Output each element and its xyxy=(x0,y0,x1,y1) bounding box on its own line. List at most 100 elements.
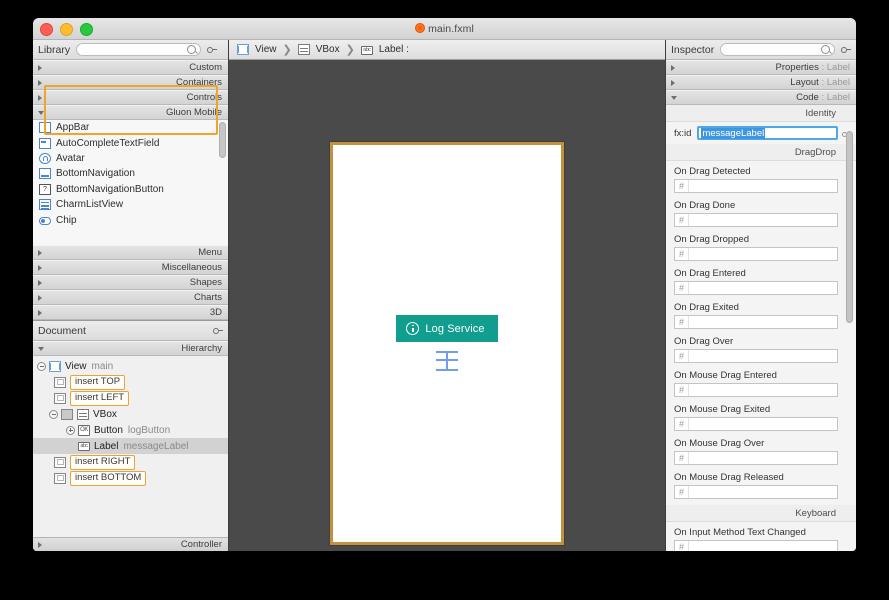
event-field-on-mouse-drag-over: On Mouse Drag Over # xyxy=(666,433,856,467)
library-section-miscellaneous[interactable]: Miscellaneous xyxy=(33,260,228,275)
disclosure-minus-icon[interactable] xyxy=(49,410,58,419)
event-field-on-mouse-drag-exited: On Mouse Drag Exited # xyxy=(666,399,856,433)
event-label: On Drag Exited xyxy=(674,302,838,313)
chevron-right-icon xyxy=(671,65,675,71)
design-canvas[interactable]: Log Service xyxy=(229,60,665,551)
inspector-search-input[interactable] xyxy=(720,43,835,56)
hierarchy-tree[interactable]: View main insert TOP insert LEFT xyxy=(33,356,228,537)
minimize-button[interactable] xyxy=(60,23,73,36)
list-item[interactable]: CharmListView xyxy=(33,197,228,212)
label-placeholder-handles[interactable] xyxy=(436,348,458,372)
event-field-on-drag-over: On Drag Over # xyxy=(666,331,856,365)
inspector-section-layout[interactable]: Layout : Label xyxy=(666,75,856,90)
library-section-label: Menu xyxy=(198,247,222,258)
library-section-custom[interactable]: Custom xyxy=(33,60,228,75)
event-input[interactable]: # xyxy=(674,383,838,397)
tree-row-insert-right[interactable]: insert RIGHT xyxy=(33,454,228,470)
pane-icon xyxy=(54,457,66,468)
tree-row-insert-top[interactable]: insert TOP xyxy=(33,374,228,390)
inspector-content[interactable]: Identity fx:id messageLabel DragDrop On … xyxy=(666,105,856,551)
hash-prefix: # xyxy=(675,384,689,396)
gear-icon[interactable] xyxy=(207,45,217,55)
list-item[interactable]: Avatar xyxy=(33,151,228,166)
event-input[interactable]: # xyxy=(674,213,838,227)
library-section-gluon-mobile[interactable]: Gluon Mobile xyxy=(33,105,228,120)
vbox-container[interactable]: Log Service xyxy=(396,315,497,372)
list-item[interactable]: AppBar xyxy=(33,120,228,135)
disclosure-plus-icon[interactable] xyxy=(66,426,75,435)
close-button[interactable] xyxy=(40,23,53,36)
library-section-shapes[interactable]: Shapes xyxy=(33,275,228,290)
insert-placeholder-tag[interactable]: insert RIGHT xyxy=(70,455,135,470)
tree-row-view[interactable]: View main xyxy=(33,358,228,374)
chevron-right-icon xyxy=(38,80,42,86)
event-input[interactable]: # xyxy=(674,179,838,193)
library-section-menu[interactable]: Menu xyxy=(33,245,228,260)
event-input[interactable]: # xyxy=(674,451,838,465)
list-item-label: BottomNavigationButton xyxy=(56,184,164,195)
breadcrumb-item-view[interactable]: View xyxy=(237,44,277,55)
library-section-controls[interactable]: Controls xyxy=(33,90,228,105)
event-input[interactable]: # xyxy=(674,485,838,499)
library-item-list[interactable]: AppBar AutoCompleteTextField Avatar Bott… xyxy=(33,120,228,245)
library-section-label: Containers xyxy=(176,77,222,88)
window-body: Library Custom Containers Controls xyxy=(33,40,856,551)
list-item[interactable]: Chip xyxy=(33,212,228,227)
event-field-on-drag-done: On Drag Done # xyxy=(666,195,856,229)
list-item[interactable]: AutoCompleteTextField xyxy=(33,135,228,150)
chevron-right-icon xyxy=(38,280,42,286)
insert-placeholder-tag[interactable]: insert TOP xyxy=(70,375,125,390)
library-section-label: Shapes xyxy=(190,277,222,288)
traffic-lights xyxy=(40,23,93,36)
hierarchy-section[interactable]: Hierarchy xyxy=(33,341,228,356)
list-item[interactable]: ? BottomNavigationButton xyxy=(33,182,228,197)
log-service-button[interactable]: Log Service xyxy=(396,315,497,342)
insert-placeholder-tag[interactable]: insert LEFT xyxy=(70,391,129,406)
library-section-3d[interactable]: 3D xyxy=(33,305,228,320)
event-field-on-mouse-drag-entered: On Mouse Drag Entered # xyxy=(666,365,856,399)
tree-row-insert-bottom[interactable]: insert BOTTOM xyxy=(33,470,228,486)
list-item-label: Chip xyxy=(56,215,77,226)
breadcrumb: View ❯ VBox ❯ abc Label : xyxy=(229,40,665,60)
fxid-input[interactable]: messageLabel xyxy=(697,126,838,140)
tree-row-name: messageLabel xyxy=(123,441,188,452)
library-section-charts[interactable]: Charts xyxy=(33,290,228,305)
inspector-scrollbar[interactable] xyxy=(846,131,853,323)
event-input[interactable]: # xyxy=(674,417,838,431)
library-section-label: Charts xyxy=(194,292,222,303)
inspector-section-properties[interactable]: Properties : Label xyxy=(666,60,856,75)
breadcrumb-item-vbox[interactable]: VBox xyxy=(298,44,340,55)
insert-placeholder-tag[interactable]: insert BOTTOM xyxy=(70,471,146,486)
event-input[interactable]: # xyxy=(674,247,838,261)
gear-icon[interactable] xyxy=(213,326,223,336)
chevron-down-icon xyxy=(38,111,44,115)
scene-builder-window: main.fxml Library Custom xyxy=(33,18,856,551)
event-input[interactable]: # xyxy=(674,349,838,363)
breadcrumb-item-label[interactable]: abc Label : xyxy=(361,44,409,55)
appbar-icon xyxy=(39,122,51,133)
tree-row-insert-left[interactable]: insert LEFT xyxy=(33,390,228,406)
tree-row-label[interactable]: abc Label messageLabel xyxy=(33,438,228,454)
event-input[interactable]: # xyxy=(674,315,838,329)
library-scrollbar[interactable] xyxy=(219,122,226,158)
library-section-containers[interactable]: Containers xyxy=(33,75,228,90)
library-search-input[interactable] xyxy=(76,43,201,56)
zoom-button[interactable] xyxy=(80,23,93,36)
list-item-label: BottomNavigation xyxy=(56,168,135,179)
fxid-label: fx:id xyxy=(674,128,691,139)
breadcrumb-separator: ❯ xyxy=(283,43,292,56)
inspector-section-code[interactable]: Code : Label xyxy=(666,90,856,105)
controller-section[interactable]: Controller xyxy=(33,537,228,551)
event-input[interactable]: # xyxy=(674,281,838,295)
disclosure-minus-icon[interactable] xyxy=(37,362,46,371)
label-icon: abc xyxy=(361,46,373,55)
tree-row-vbox[interactable]: VBox xyxy=(33,406,228,422)
view-root-container[interactable]: Log Service xyxy=(330,142,564,545)
list-item[interactable]: BottomNavigation xyxy=(33,166,228,181)
tree-row-type: Button xyxy=(94,425,123,436)
hash-prefix: # xyxy=(675,214,689,226)
tree-row-button[interactable]: OK Button logButton xyxy=(33,422,228,438)
document-title: Document xyxy=(38,325,86,337)
gear-icon[interactable] xyxy=(841,45,851,55)
event-input[interactable]: # xyxy=(674,540,838,551)
